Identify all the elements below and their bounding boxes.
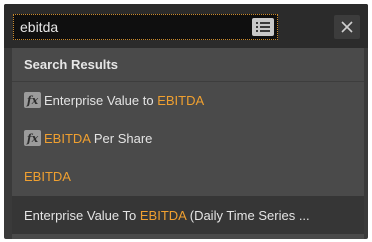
close-icon — [341, 21, 353, 33]
list-view-button[interactable] — [252, 18, 274, 36]
list-icon — [256, 22, 270, 32]
result-text: EBITDA Per Share — [44, 130, 153, 146]
result-item-enterprise-value-to-ebitda[interactable]: fx Enterprise Value to EBITDA — [12, 82, 364, 118]
search-field[interactable] — [13, 14, 278, 40]
result-item-ebitda-per-share[interactable]: fx EBITDA Per Share — [12, 120, 364, 156]
function-icon: fx — [24, 130, 41, 146]
search-results-list: Search Results fx Enterprise Value to EB… — [12, 48, 364, 239]
search-panel: Search Results fx Enterprise Value to EB… — [4, 4, 368, 239]
result-text: Enterprise Value To EBITDA (Daily Time S… — [24, 207, 310, 223]
result-item-ebitda[interactable]: EBITDA — [12, 158, 364, 194]
close-button[interactable] — [334, 15, 360, 39]
result-item-enterprise-value-to-ebitda-daily[interactable]: Enterprise Value To EBITDA (Daily Time S… — [12, 196, 364, 234]
result-text: Enterprise Value to EBITDA — [44, 92, 205, 108]
search-bar — [4, 4, 368, 48]
search-input[interactable] — [18, 17, 252, 37]
results-header: Search Results — [12, 48, 364, 82]
function-icon: fx — [24, 92, 41, 108]
result-text: EBITDA — [24, 168, 71, 184]
